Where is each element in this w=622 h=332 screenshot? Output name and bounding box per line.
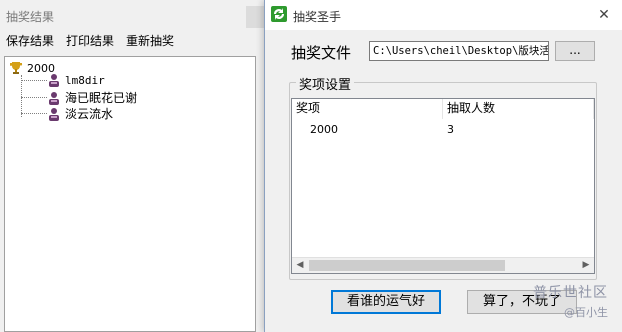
watermark-sub: @百小生 [564,306,608,319]
browse-button[interactable]: ... [555,41,595,61]
menu-save-results[interactable]: 保存结果 [0,32,60,52]
tree-node[interactable]: lm8dir [21,73,105,87]
menu-redraw[interactable]: 重新抽奖 [120,32,180,52]
group-title: 奖项设置 [296,74,355,93]
tree-branch-line [21,79,47,81]
tree-node-label: lm8dir [65,73,105,87]
tree-node-label: 淡云流水 [65,107,114,121]
table-row[interactable]: 2000 3 [292,121,594,139]
cell-prize: 2000 [310,123,338,136]
menu-print-results[interactable]: 打印结果 [60,32,120,52]
tree-branch-line [21,113,47,114]
list-header: 奖项 抽取人数 [292,99,594,119]
results-tree[interactable]: 2000 lm8dir 海已眠花已谢 淡云流水 [4,56,256,332]
window-title: 抽奖结果 [6,10,55,24]
cell-count: 3 [447,123,455,136]
person-icon [49,107,59,121]
dialog-title-bar[interactable]: 抽奖圣手 ✕ [265,0,622,30]
tree-node-label: 海已眠花已谢 [65,91,138,105]
scroll-right-icon[interactable]: ▶ [578,258,594,274]
tree-node[interactable]: 淡云流水 [21,105,113,122]
column-header-prize[interactable]: 奖项 [292,99,443,119]
scroll-left-icon[interactable]: ◀ [292,258,308,274]
watermark-main: 普乐世社区 [533,285,608,301]
app-icon [271,6,287,22]
draw-button[interactable]: 看谁的运气好 [331,290,441,314]
dialog-title: 抽奖圣手 [293,10,342,24]
close-icon[interactable]: ✕ [594,5,614,25]
title-bar-strip [246,6,266,28]
menu-bar: 保存结果 打印结果 重新抽奖 [0,32,180,52]
watermark: 普乐世社区 @百小生 [533,282,608,320]
scroll-thumb[interactable] [309,260,505,271]
horizontal-scrollbar[interactable]: ◀ ▶ [292,257,594,273]
tree-node[interactable]: 海已眠花已谢 [21,89,137,106]
file-path-field[interactable]: C:\Users\cheil\Desktop\版块活 [369,41,549,61]
prize-list[interactable]: 奖项 抽取人数 2000 3 ◀ ▶ [291,98,595,274]
person-icon [49,74,59,87]
person-icon [49,91,59,105]
column-header-count[interactable]: 抽取人数 [443,99,594,119]
file-label: 抽奖文件 [291,44,352,62]
tree-branch-line [21,97,47,98]
